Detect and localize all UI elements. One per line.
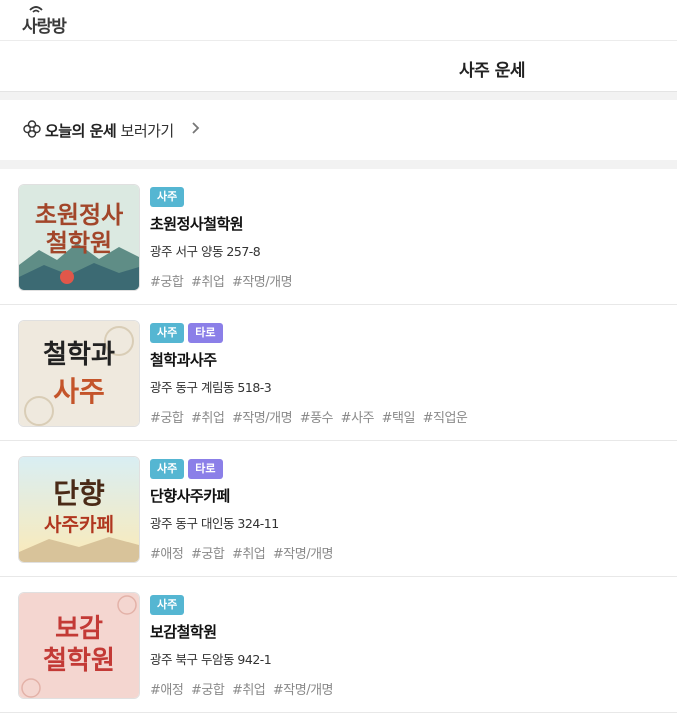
banner-bold: 오늘의 운세: [45, 122, 117, 140]
hashtag-list: #애정 #궁합 #취업 #작명/개명: [150, 679, 337, 698]
taro-tag: 타로: [188, 323, 223, 343]
tag-group: 사주 타로: [150, 459, 223, 479]
tag-group: 사주: [150, 187, 185, 207]
hashtag: #직업운: [422, 411, 468, 426]
thumb-line-2: 사주카페: [44, 514, 114, 536]
thumb-line-1: 단향: [53, 477, 105, 510]
shop-thumbnail: 초원정사 철학원: [18, 184, 140, 291]
banner-text: 오늘의 운세 보러가기: [45, 120, 174, 141]
hashtag: #사주: [340, 411, 375, 426]
shop-name[interactable]: 철학과사주: [150, 349, 217, 370]
hashtag: #궁합: [150, 411, 184, 426]
sarangbang-logo[interactable]: 사랑방: [20, 4, 80, 37]
hashtag: #풍수: [299, 411, 334, 426]
page-header: 사주 운세: [0, 41, 677, 92]
top-bar: 사랑방: [0, 0, 677, 41]
saju-tag: 사주: [150, 595, 185, 615]
thumb-line-1: 철학과: [43, 340, 115, 370]
hashtag: #애정: [150, 547, 184, 562]
hashtag: #작명/개명: [231, 275, 293, 290]
hashtag: #취업: [231, 683, 266, 698]
saju-tag: 사주: [150, 459, 185, 479]
list-item[interactable]: 보감 철학원 사주 보감철학원 광주 북구 두암동 942-1 #애정 #궁합 …: [0, 577, 677, 713]
shop-name[interactable]: 단향사주카페: [150, 485, 230, 506]
hashtag: #궁합: [190, 683, 225, 698]
hashtag: #작명/개명: [272, 683, 334, 698]
saju-tag: 사주: [150, 323, 185, 343]
hashtag: #취업: [231, 547, 266, 562]
hashtag: #궁합: [190, 547, 225, 562]
section-divider: [0, 92, 677, 100]
shop-address: 광주 동구 대인동 324-11: [150, 516, 279, 531]
shop-thumbnail: 보감 철학원: [18, 592, 140, 699]
hashtag: #택일: [381, 411, 416, 426]
hashtag-list: #궁합 #취업 #작명/개명: [150, 271, 296, 290]
hashtag: #작명/개명: [272, 547, 334, 562]
shop-thumbnail: 단향 사주카페: [18, 456, 140, 563]
banner-rest: 보러가기: [120, 122, 175, 140]
hashtag: #취업: [190, 275, 225, 290]
thumb-line-2: 사주: [53, 375, 105, 408]
list-item[interactable]: 철학과 사주 사주 타로 철학과사주 광주 동구 계림동 518-3 #궁합 #…: [0, 305, 677, 441]
thumb-line-2: 철학원: [46, 229, 112, 257]
hashtag: #궁합: [150, 275, 184, 290]
tag-group: 사주 타로: [150, 323, 223, 343]
thumb-line-2: 철학원: [43, 646, 115, 676]
hashtag-list: #애정 #궁합 #취업 #작명/개명: [150, 543, 337, 562]
shop-address: 광주 동구 계림동 518-3: [150, 380, 272, 395]
shop-name[interactable]: 초원정사철학원: [150, 213, 244, 234]
thumb-line-1: 보감: [55, 614, 103, 644]
section-divider: [0, 160, 677, 169]
shop-list: 초원정사 철학원 사주 초원정사철학원 광주 서구 양동 257-8 #궁합 #…: [0, 169, 677, 713]
shop-thumbnail: 철학과 사주: [18, 320, 140, 427]
tag-group: 사주: [150, 595, 185, 615]
hashtag: #취업: [190, 411, 225, 426]
page-title: 사주 운세: [459, 61, 525, 81]
list-item[interactable]: 단향 사주카페 사주 타로 단향사주카페 광주 동구 대인동 324-11 #애…: [0, 441, 677, 577]
shop-address: 광주 서구 양동 257-8: [150, 244, 261, 259]
hashtag: #작명/개명: [231, 411, 293, 426]
list-item[interactable]: 초원정사 철학원 사주 초원정사철학원 광주 서구 양동 257-8 #궁합 #…: [0, 169, 677, 305]
chevron-right-icon: [192, 122, 200, 134]
taro-tag: 타로: [188, 459, 223, 479]
thumb-line-1: 초원정사: [35, 201, 123, 229]
hashtag-list: #궁합 #취업 #작명/개명 #풍수 #사주 #택일 #직업운: [150, 407, 471, 426]
saju-tag: 사주: [150, 187, 185, 207]
shop-name[interactable]: 보감철학원: [150, 621, 217, 642]
hashtag: #애정: [150, 683, 184, 698]
today-fortune-banner[interactable]: 오늘의 운세 보러가기: [3, 100, 677, 160]
logo-text: 사랑방: [22, 17, 67, 37]
shop-address: 광주 북구 두암동 942-1: [150, 652, 272, 667]
clover-icon: [23, 120, 41, 138]
